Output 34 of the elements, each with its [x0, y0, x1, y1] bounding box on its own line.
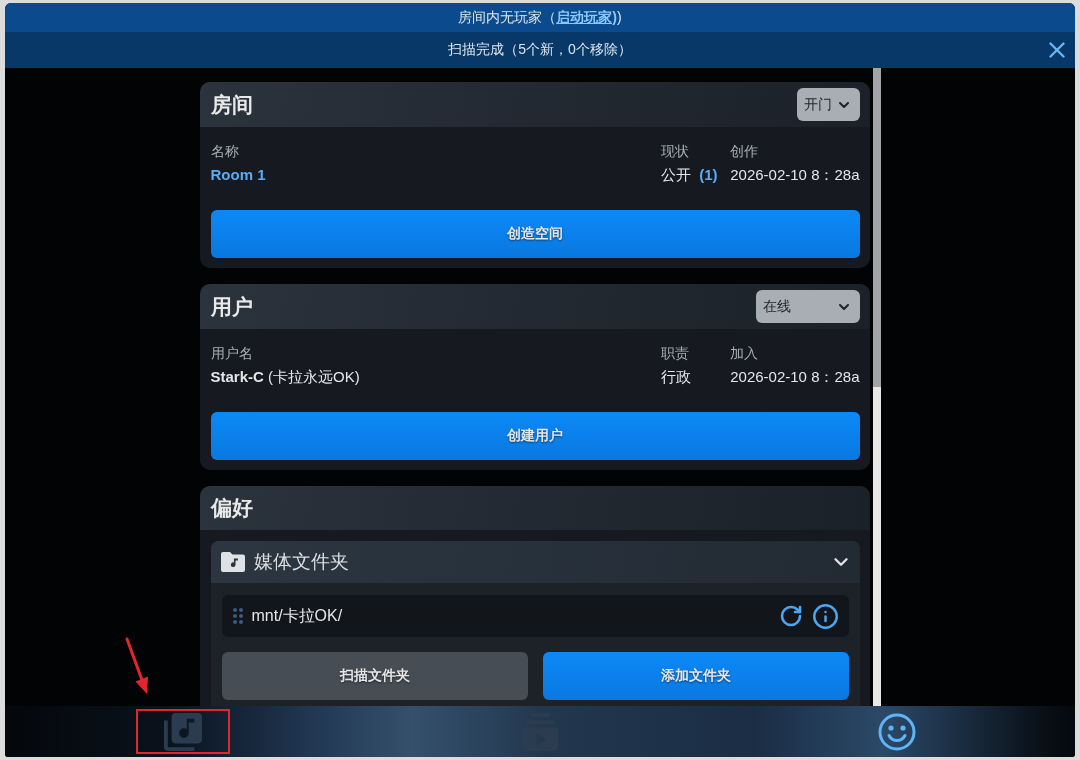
card-title: 偏好	[210, 495, 253, 521]
drag-handle-icon[interactable]	[232, 608, 243, 624]
secondary-button[interactable]: 扫描文件夹	[221, 652, 528, 700]
accordion-header[interactable]: 媒体文件夹	[210, 541, 860, 583]
info-button[interactable]	[811, 602, 839, 630]
status-text: 扫描完成（5个新，0个移除）	[448, 41, 632, 59]
field-value: 2026-02-10 8：28a	[730, 367, 860, 387]
field-value: 行政	[661, 367, 693, 387]
name-link[interactable]: Room 1	[210, 164, 651, 186]
field-label: 职责	[661, 344, 691, 363]
card-title: 房间	[210, 91, 253, 118]
dropdown-select[interactable]: 开门	[796, 88, 860, 121]
field-value: Stark-C (卡拉永远OK)	[210, 367, 361, 387]
field-value: 2026-02-10 8：28a	[730, 165, 860, 185]
music-library-icon	[164, 712, 203, 751]
folder-path: mnt/卡拉OK/	[251, 605, 344, 626]
card-title: 用户	[210, 293, 253, 320]
field-label: 创作	[730, 142, 760, 161]
field-label: 名称	[210, 142, 240, 161]
dropdown-select[interactable]: 在线	[755, 290, 860, 323]
smiley-icon	[877, 712, 916, 751]
music-folder-icon	[220, 552, 245, 572]
notice-text: 房间内无玩家（启动玩家))	[458, 8, 622, 27]
launch-player-link[interactable]: 启动玩家)	[556, 8, 617, 25]
refresh-icon	[778, 604, 803, 628]
field-label: 用户名	[210, 344, 254, 363]
count-link[interactable]: (1)	[699, 164, 718, 186]
field-value: 公开	[661, 165, 692, 185]
refresh-button[interactable]	[778, 604, 803, 628]
field-label: 现状	[661, 142, 691, 161]
field-label: 加入	[730, 344, 760, 363]
info-icon	[811, 602, 839, 630]
nav-button[interactable]	[136, 709, 231, 754]
scrollbar-thumb[interactable]	[872, 68, 881, 387]
